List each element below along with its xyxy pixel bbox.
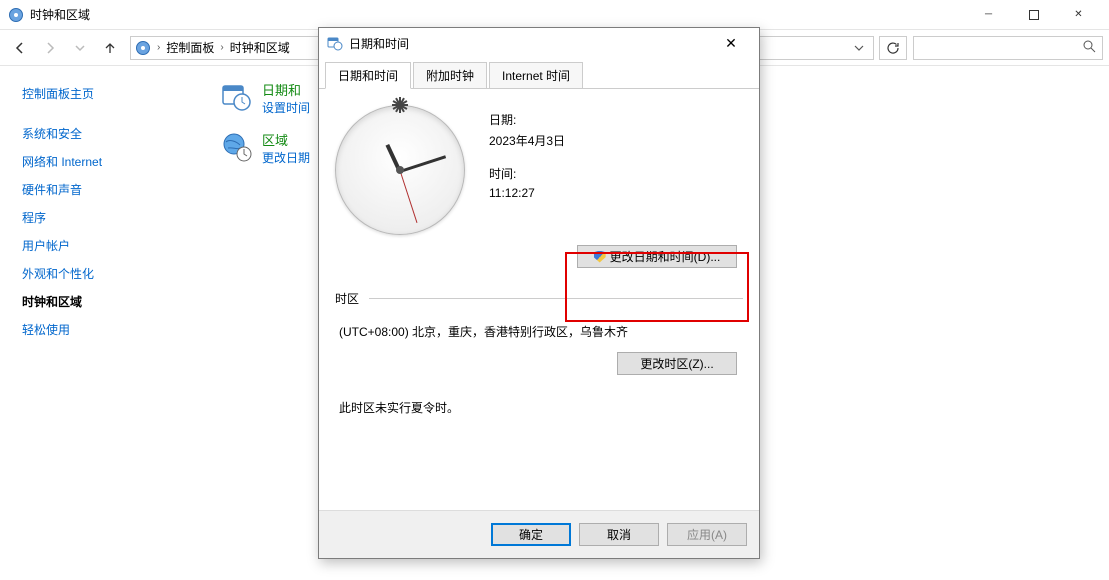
breadcrumb-item[interactable]: 控制面板 [166,39,214,56]
date-label: 日期: [489,111,565,128]
timezone-header: 时区 [335,290,359,307]
change-datetime-button[interactable]: 更改日期和时间(D)... [577,245,737,268]
sidebar-item-clock-region[interactable]: 时钟和区域 [22,292,190,312]
control-panel-icon [135,40,151,56]
tab-internet-time[interactable]: Internet 时间 [489,62,583,88]
control-panel-icon [8,7,24,23]
sidebar-home-link[interactable]: 控制面板主页 [22,84,190,104]
clock-second-hand [400,170,418,223]
nav-up-button[interactable] [96,34,124,62]
change-timezone-button[interactable]: 更改时区(Z)... [617,352,737,375]
explorer-title: 时钟和区域 [30,6,90,23]
dst-note: 此时区未实行夏令时。 [339,399,739,416]
shield-icon [594,251,606,263]
content-item-region[interactable]: 区域 更改日期 [220,130,310,166]
tab-bar: 日期和时间 附加时钟 Internet 时间 [319,58,759,89]
tab-content-datetime: 日期: 2023年4月3日 时间: 11:12:27 更改日期和时间(D)...… [319,89,759,510]
timezone-value: (UTC+08:00) 北京，重庆，香港特别行政区，乌鲁木齐 [339,323,739,340]
search-input[interactable] [913,36,1103,60]
sidebar-item-ease[interactable]: 轻松使用 [22,320,190,340]
cancel-button[interactable]: 取消 [579,523,659,546]
ok-button[interactable]: 确定 [491,523,571,546]
nav-recent-dropdown[interactable] [66,34,94,62]
dialog-close-button[interactable]: ✕ [711,29,751,57]
sidebar-item-system[interactable]: 系统和安全 [22,124,190,144]
content-link[interactable]: 更改日期 [262,149,310,166]
content-title: 区域 [262,130,310,149]
dialog-button-row: 确定 取消 应用(A) [319,510,759,558]
tab-additional-clocks[interactable]: 附加时钟 [413,62,487,88]
refresh-button[interactable] [879,36,907,60]
content-link[interactable]: 设置时间 [262,99,310,116]
content-item-datetime[interactable]: 日期和 设置时间 [220,80,310,116]
window-controls: ─ ✕ [966,0,1101,29]
time-value: 11:12:27 [489,186,565,200]
address-dropdown-button[interactable] [847,36,869,60]
change-timezone-label: 更改时区(Z)... [640,355,713,372]
maximize-button[interactable] [1011,0,1056,29]
change-datetime-label: 更改日期和时间(D)... [610,248,721,265]
breadcrumb-item[interactable]: 时钟和区域 [230,39,290,56]
tab-datetime[interactable]: 日期和时间 [325,62,411,89]
calendar-clock-icon [220,80,252,112]
sidebar-item-accounts[interactable]: 用户帐户 [22,236,190,256]
sidebar-item-network[interactable]: 网络和 Internet [22,152,190,172]
analog-clock [335,105,465,235]
sidebar-item-programs[interactable]: 程序 [22,208,190,228]
chevron-right-icon[interactable]: › [216,42,227,53]
sidebar-item-appearance[interactable]: 外观和个性化 [22,264,190,284]
globe-clock-icon [220,130,252,162]
datetime-dialog: 日期和时间 ✕ 日期和时间 附加时钟 Internet 时间 [318,27,760,559]
sidebar: 控制面板主页 系统和安全 网络和 Internet 硬件和声音 程序 用户帐户 … [0,66,200,580]
explorer-titlebar: 时钟和区域 ─ ✕ [0,0,1109,30]
apply-button[interactable]: 应用(A) [667,523,747,546]
dialog-title: 日期和时间 [349,35,409,52]
minimize-button[interactable]: ─ [966,0,1011,29]
chevron-right-icon[interactable]: › [153,42,164,53]
nav-forward-button[interactable] [36,34,64,62]
content-title: 日期和 [262,80,310,99]
close-button[interactable]: ✕ [1056,0,1101,29]
date-value: 2023年4月3日 [489,132,565,149]
dialog-titlebar[interactable]: 日期和时间 ✕ [319,28,759,58]
calendar-clock-icon [327,35,343,51]
search-icon [1082,39,1096,56]
sidebar-item-hardware[interactable]: 硬件和声音 [22,180,190,200]
clock-minute-hand [400,155,447,173]
time-label: 时间: [489,165,565,182]
nav-back-button[interactable] [6,34,34,62]
